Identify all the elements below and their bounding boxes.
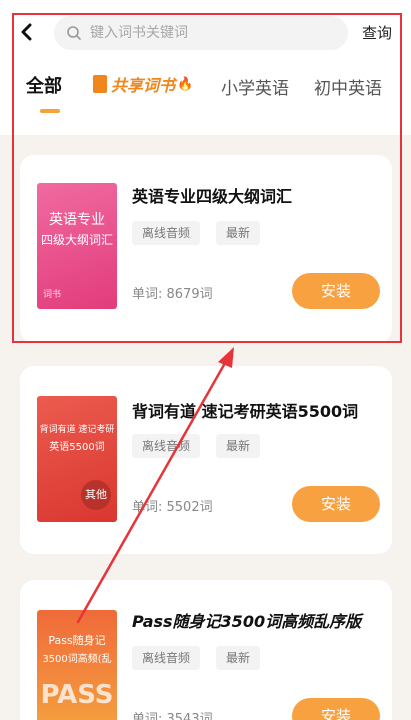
annotation-arrow	[76, 347, 234, 624]
